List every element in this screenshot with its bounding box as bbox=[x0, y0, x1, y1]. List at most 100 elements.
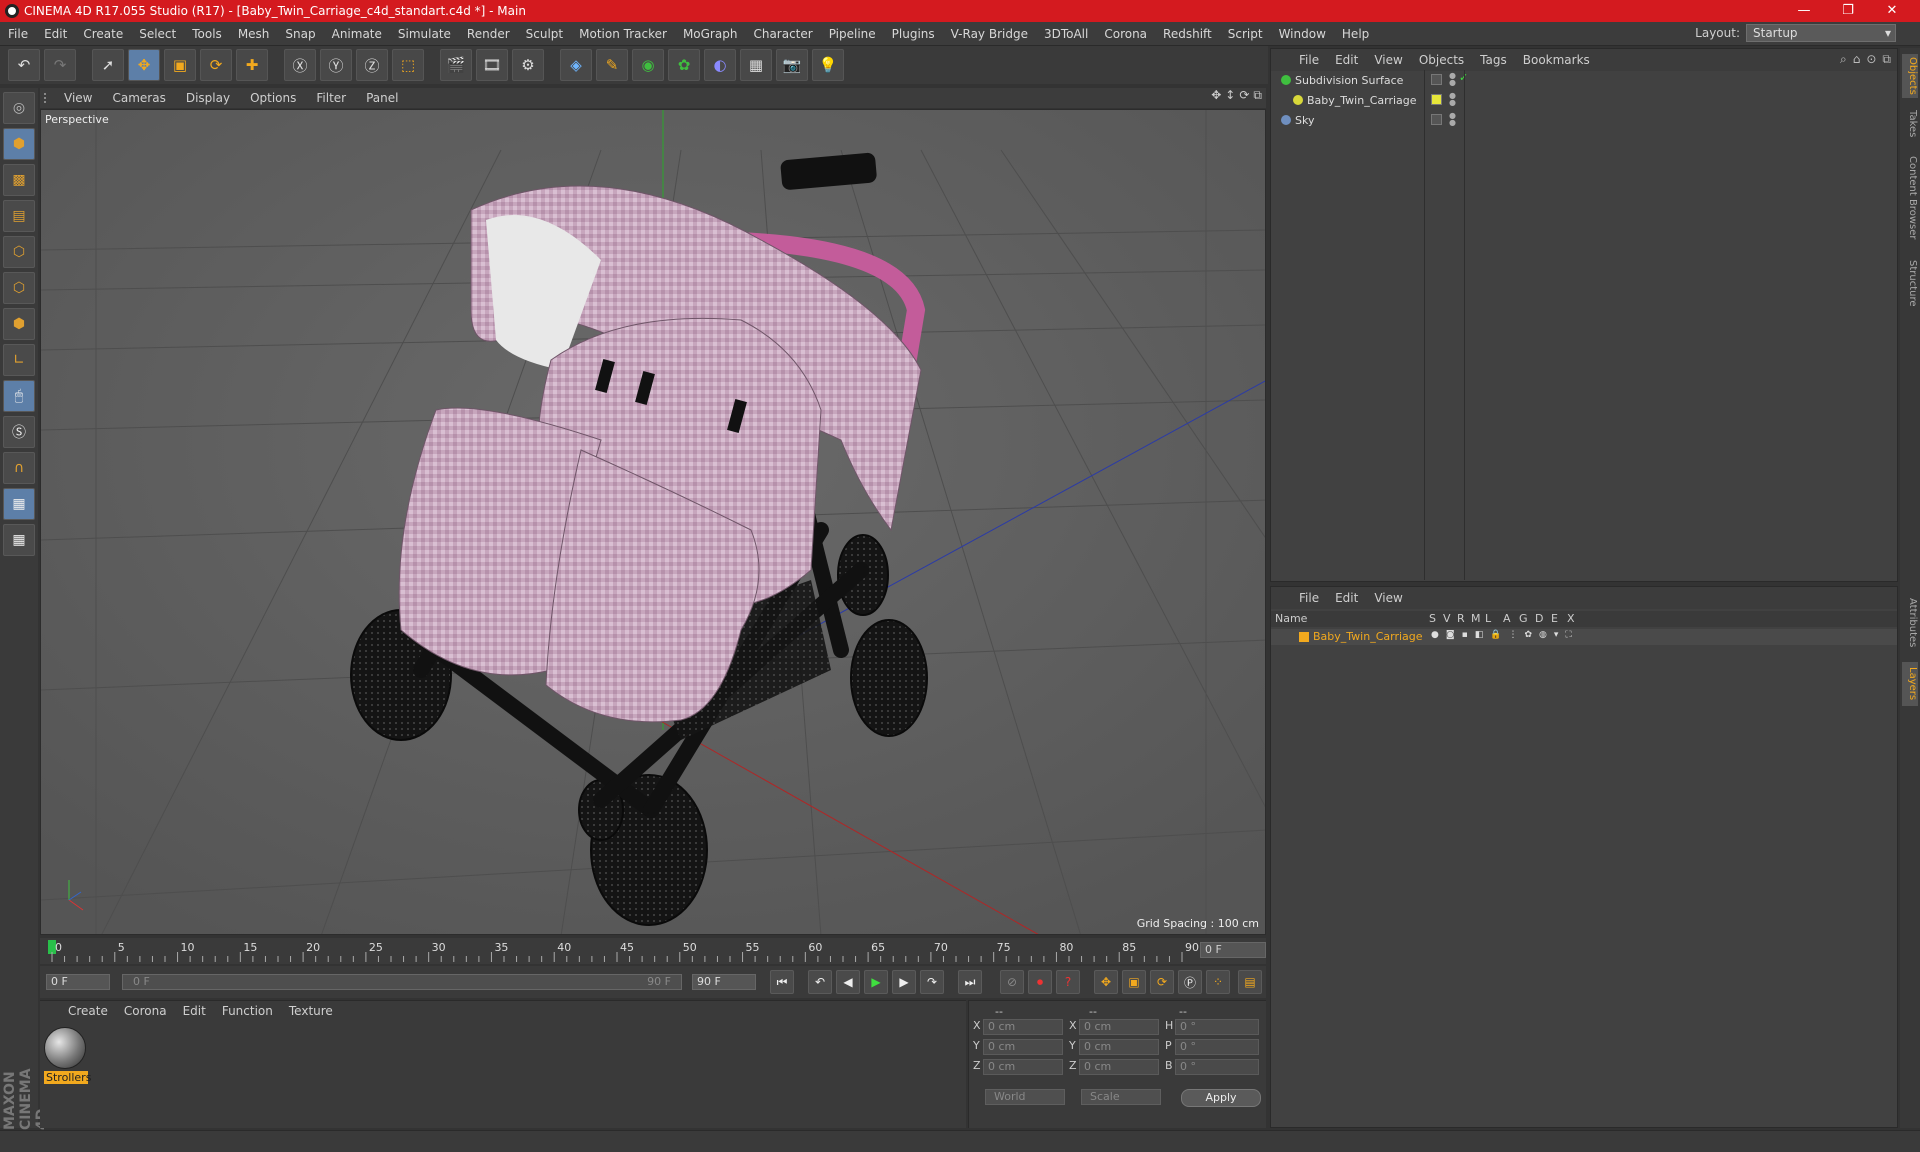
object-row[interactable]: Baby_Twin_Carriage ● ● bbox=[1271, 91, 1897, 109]
key-position-icon[interactable]: ✥ bbox=[1094, 970, 1118, 994]
grid-lock-icon[interactable]: ▦ bbox=[3, 488, 35, 520]
tab-objects[interactable]: Objects bbox=[1902, 54, 1918, 98]
size-field[interactable]: 0 cm bbox=[1079, 1059, 1159, 1075]
autokey-icon[interactable]: ? bbox=[1056, 970, 1080, 994]
workplane-lock-icon[interactable]: ▦ bbox=[3, 524, 35, 556]
rotation-field[interactable]: 0 ° bbox=[1175, 1039, 1259, 1055]
position-field[interactable]: 0 cm bbox=[983, 1059, 1063, 1075]
dolly-icon[interactable]: ↕ bbox=[1225, 88, 1235, 108]
layer-col-name[interactable]: Name bbox=[1275, 612, 1307, 625]
material-menu-edit[interactable]: Edit bbox=[175, 1004, 214, 1018]
animation-flag-icon[interactable]: ⋮ bbox=[1508, 630, 1517, 640]
viewport-menu-cameras[interactable]: Cameras bbox=[102, 91, 175, 105]
material-thumbnail[interactable]: Strollers bbox=[44, 1027, 91, 1084]
lock-flag-icon[interactable]: 🔒 bbox=[1490, 630, 1501, 640]
model-mode-icon[interactable]: ⬢ bbox=[3, 128, 35, 160]
solo-flag-icon[interactable]: ● bbox=[1431, 630, 1439, 640]
transform-icon[interactable]: ✚ bbox=[236, 49, 268, 81]
subdivision-icon[interactable]: ◉ bbox=[632, 49, 664, 81]
edges-mode-icon[interactable]: ⬡ bbox=[3, 272, 35, 304]
object-row[interactable]: Sky ● ● bbox=[1271, 111, 1897, 129]
manager-flag-icon[interactable]: ◧ bbox=[1475, 630, 1484, 640]
menu-sculpt[interactable]: Sculpt bbox=[518, 27, 571, 41]
menu-simulate[interactable]: Simulate bbox=[390, 27, 459, 41]
deformer-icon[interactable]: ◐ bbox=[704, 49, 736, 81]
pan-icon[interactable]: ✥ bbox=[1211, 88, 1221, 108]
perspective-viewport[interactable]: Perspective Grid Spacing : 100 cm bbox=[40, 109, 1266, 935]
position-field[interactable]: 0 cm bbox=[983, 1039, 1063, 1055]
orbit-icon[interactable]: ⟳ bbox=[1239, 88, 1249, 108]
tab-structure[interactable]: Structure bbox=[1902, 253, 1918, 313]
layer-menu-file[interactable]: File bbox=[1291, 591, 1327, 605]
viewport-menu-options[interactable]: Options bbox=[240, 91, 306, 105]
cube-primitive-icon[interactable]: ◈ bbox=[560, 49, 592, 81]
layout-dropdown[interactable]: Startup bbox=[1746, 24, 1896, 42]
maximize-view-icon[interactable]: ⧉ bbox=[1253, 88, 1262, 108]
object-name[interactable]: Baby_Twin_Carriage bbox=[1307, 94, 1417, 107]
move-icon[interactable]: ✥ bbox=[128, 49, 160, 81]
polygons-mode-icon[interactable]: ⬢ bbox=[3, 308, 35, 340]
undo-icon[interactable]: ↶ bbox=[8, 49, 40, 81]
preview-range-slider[interactable]: 0 F 90 F bbox=[122, 974, 682, 990]
visibility-tag[interactable] bbox=[1431, 74, 1442, 85]
end-frame-field[interactable]: 90 F bbox=[692, 974, 756, 990]
material-menu-create[interactable]: Create bbox=[60, 1004, 116, 1018]
new-window-icon[interactable]: ⧉ bbox=[1882, 52, 1891, 67]
object-menu-tags[interactable]: Tags bbox=[1472, 53, 1515, 67]
viewport-menu-panel[interactable]: Panel bbox=[356, 91, 408, 105]
tab-layers[interactable]: Layers bbox=[1902, 662, 1918, 706]
light-icon[interactable]: 💡 bbox=[812, 49, 844, 81]
close-button[interactable]: ✕ bbox=[1870, 0, 1914, 22]
viewport-menu-view[interactable]: View bbox=[54, 91, 102, 105]
menu-plugins[interactable]: Plugins bbox=[884, 27, 943, 41]
expression-flag-icon[interactable]: ▾ bbox=[1554, 630, 1559, 640]
render-picture-viewer-icon[interactable]: 🎞 bbox=[476, 49, 508, 81]
coordinate-mode-dropdown[interactable]: World bbox=[985, 1089, 1065, 1105]
go-to-start-icon[interactable]: ⏮ bbox=[770, 970, 794, 994]
menu-motion-tracker[interactable]: Motion Tracker bbox=[571, 27, 675, 41]
menu-file[interactable]: File bbox=[0, 27, 36, 41]
coordinate-transform-dropdown[interactable]: Scale bbox=[1081, 1089, 1161, 1105]
layer-name[interactable]: Baby_Twin_Carriage bbox=[1313, 630, 1423, 643]
object-row[interactable]: Subdivision Surface●●✓ bbox=[1271, 71, 1897, 89]
menu-animate[interactable]: Animate bbox=[324, 27, 390, 41]
menu-pipeline[interactable]: Pipeline bbox=[821, 27, 884, 41]
menu-help[interactable]: Help bbox=[1334, 27, 1377, 41]
step-back-icon[interactable]: ◀ bbox=[836, 970, 860, 994]
menu-tools[interactable]: Tools bbox=[184, 27, 230, 41]
floor-icon[interactable]: ▦ bbox=[740, 49, 772, 81]
x-axis-icon[interactable]: Ⓧ bbox=[284, 49, 316, 81]
visibility-dots-icon[interactable]: ● ● bbox=[1449, 112, 1456, 127]
viewport-solo-icon[interactable]: ◎ bbox=[3, 92, 35, 124]
menu-character[interactable]: Character bbox=[745, 27, 820, 41]
menu-3dtoall[interactable]: 3DToAll bbox=[1036, 27, 1096, 41]
scale-icon[interactable]: ▣ bbox=[164, 49, 196, 81]
layer-row[interactable]: Baby_Twin_Carriage ● ◙ ▪ ◧ 🔒 ⋮ ✿ ◍ ▾ ⛶ bbox=[1271, 629, 1897, 645]
object-menu-objects[interactable]: Objects bbox=[1411, 53, 1472, 67]
object-menu-view[interactable]: View bbox=[1366, 53, 1410, 67]
menu-snap[interactable]: Snap bbox=[277, 27, 323, 41]
apply-button[interactable]: Apply bbox=[1181, 1089, 1261, 1107]
generator-flag-icon[interactable]: ✿ bbox=[1524, 630, 1532, 640]
menu-script[interactable]: Script bbox=[1220, 27, 1271, 41]
rotation-field[interactable]: 0 ° bbox=[1175, 1059, 1259, 1075]
y-axis-icon[interactable]: Ⓨ bbox=[320, 49, 352, 81]
start-frame-field[interactable]: 0 F bbox=[46, 974, 110, 990]
viewport-menu-display[interactable]: Display bbox=[176, 91, 240, 105]
key-scale-icon[interactable]: ▣ bbox=[1122, 970, 1146, 994]
menu-edit[interactable]: Edit bbox=[36, 27, 75, 41]
coordinate-system-icon[interactable]: ⬚ bbox=[392, 49, 424, 81]
visible-flag-icon[interactable]: ◙ bbox=[1446, 630, 1455, 640]
next-key-icon[interactable]: ↷ bbox=[920, 970, 944, 994]
axis-mode-icon[interactable]: ∟ bbox=[3, 344, 35, 376]
go-to-end-icon[interactable]: ⏭ bbox=[958, 970, 982, 994]
visibility-tag[interactable] bbox=[1431, 114, 1442, 125]
redo-icon[interactable]: ↷ bbox=[44, 49, 76, 81]
key-pla-icon[interactable]: ⁘ bbox=[1206, 970, 1230, 994]
menu-redshift[interactable]: Redshift bbox=[1155, 27, 1220, 41]
play-icon[interactable]: ▶ bbox=[864, 970, 888, 994]
object-menu-edit[interactable]: Edit bbox=[1327, 53, 1366, 67]
rotate-icon[interactable]: ⟳ bbox=[200, 49, 232, 81]
search-icon[interactable]: ⌕ bbox=[1840, 52, 1847, 67]
select-arrow-icon[interactable]: ➚ bbox=[92, 49, 124, 81]
